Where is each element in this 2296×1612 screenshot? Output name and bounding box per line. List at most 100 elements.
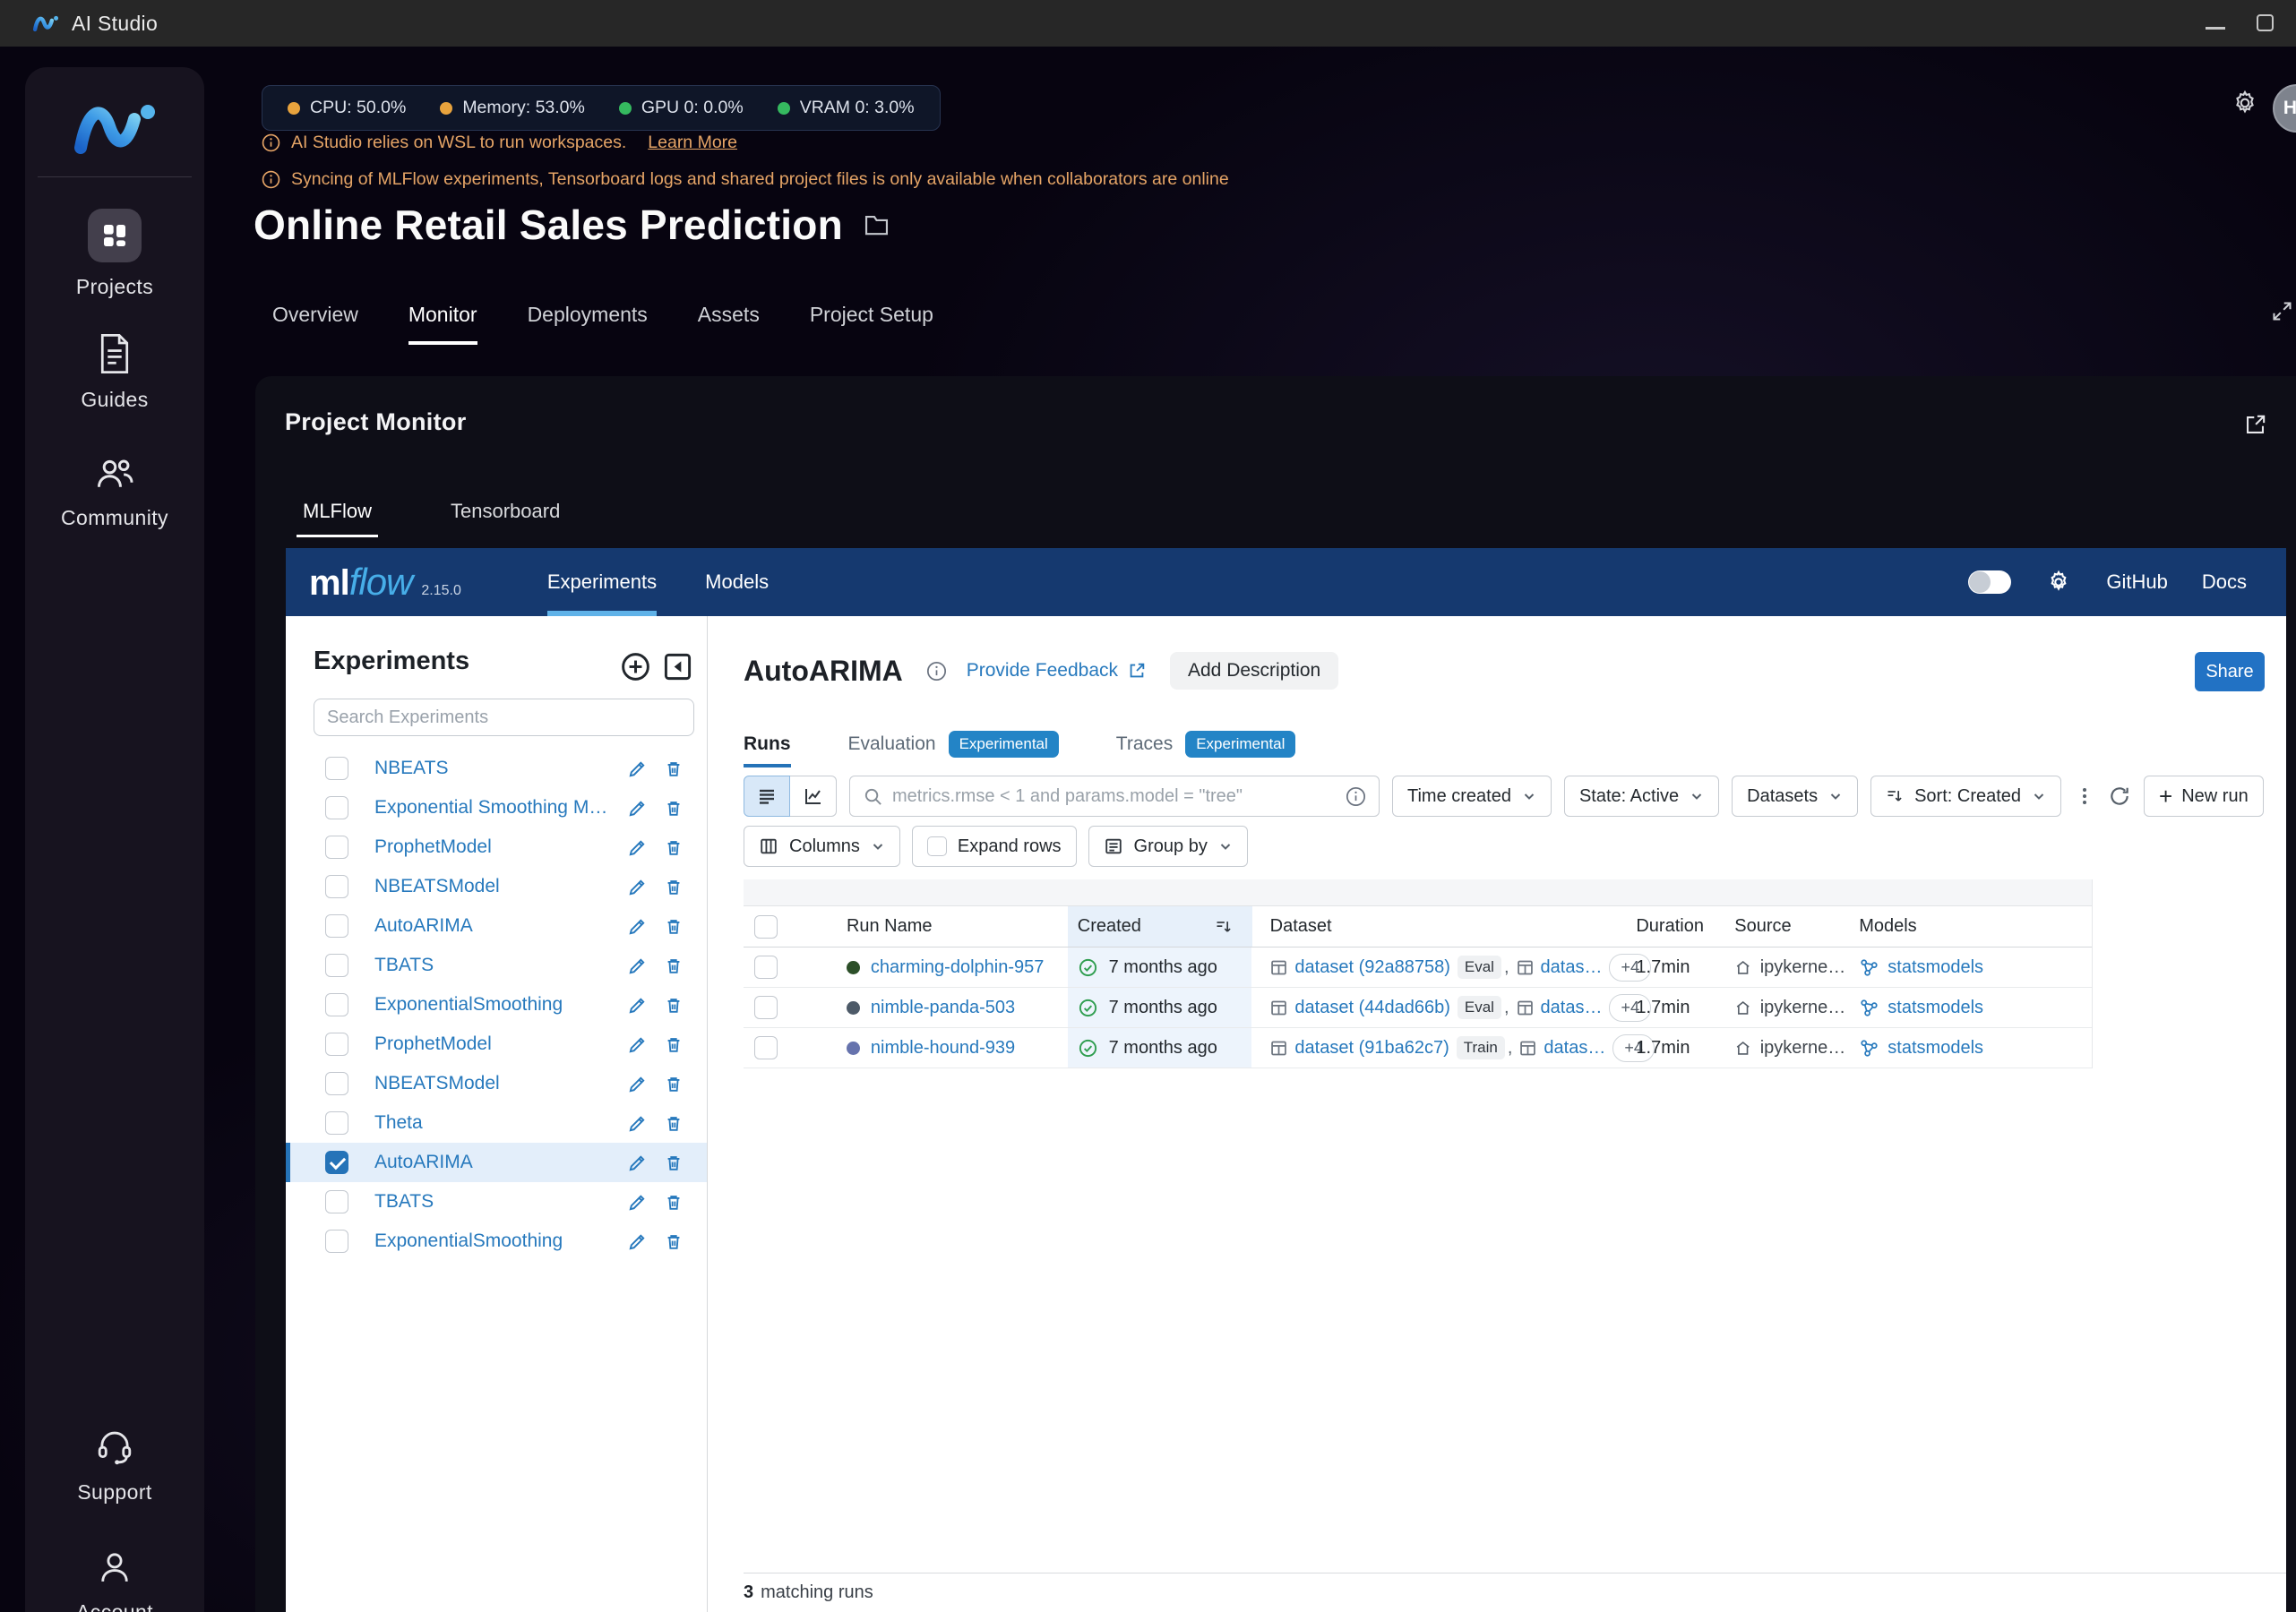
dataset-link-truncated[interactable]: datas… xyxy=(1544,1038,1605,1059)
more-options-kebab-icon[interactable] xyxy=(2074,785,2095,807)
tab-project-setup[interactable]: Project Setup xyxy=(810,303,933,345)
experiment-name[interactable]: TBATS xyxy=(374,1191,611,1213)
dataset-link[interactable]: dataset (92a88758) xyxy=(1294,957,1449,978)
filter-info-icon[interactable] xyxy=(1346,786,1366,807)
column-header-dataset[interactable]: Dataset xyxy=(1252,906,1622,947)
tab-monitor[interactable]: Monitor xyxy=(408,303,477,345)
row-checkbox[interactable] xyxy=(754,956,778,979)
expand-rows-button[interactable]: Expand rows xyxy=(911,826,1077,867)
search-experiments-input[interactable] xyxy=(314,699,694,736)
dataset-link[interactable]: dataset (44dad66b) xyxy=(1294,998,1449,1018)
mlflow-tab-experiments[interactable]: Experiments xyxy=(546,548,658,616)
run-source[interactable]: ipykerne… xyxy=(1760,998,1846,1018)
delete-experiment-icon[interactable] xyxy=(664,956,684,976)
experiment-list-item[interactable]: Theta xyxy=(286,1103,707,1143)
settings-gear-icon[interactable] xyxy=(2231,89,2259,117)
info-icon[interactable] xyxy=(926,661,947,682)
tab-assets[interactable]: Assets xyxy=(698,303,760,345)
column-header-models[interactable]: Models xyxy=(1845,906,2092,947)
experiment-name[interactable]: Theta xyxy=(374,1112,611,1134)
tab-traces[interactable]: Traces Experimental xyxy=(1116,731,1296,770)
model-link[interactable]: statsmodels xyxy=(1888,1038,1983,1059)
edit-experiment-icon[interactable] xyxy=(627,877,648,897)
delete-experiment-icon[interactable] xyxy=(664,837,684,858)
list-view-button[interactable] xyxy=(744,776,790,817)
experiment-list-item[interactable]: NBEATSModel xyxy=(286,1064,707,1103)
experiment-checkbox[interactable] xyxy=(325,875,348,898)
group-by-button[interactable]: Group by xyxy=(1088,826,1248,867)
edit-experiment-icon[interactable] xyxy=(627,759,648,779)
run-source[interactable]: ipykerne… xyxy=(1760,1038,1846,1059)
github-link[interactable]: GitHub xyxy=(2106,570,2167,594)
state-dropdown[interactable]: State: Active xyxy=(1563,776,1720,817)
collapse-sidebar-icon[interactable] xyxy=(661,650,694,683)
column-header-created[interactable]: Created xyxy=(1067,906,1252,947)
maximize-button[interactable] xyxy=(2257,14,2274,31)
experiment-checkbox[interactable] xyxy=(325,914,348,938)
edit-experiment-icon[interactable] xyxy=(627,1153,648,1173)
refresh-icon[interactable] xyxy=(2108,785,2131,808)
experiment-name[interactable]: Exponential Smoothing Model xyxy=(374,797,611,819)
delete-experiment-icon[interactable] xyxy=(664,759,684,779)
delete-experiment-icon[interactable] xyxy=(664,916,684,937)
user-avatar[interactable]: HU xyxy=(2273,84,2296,133)
experiment-list-item[interactable]: NBEATS xyxy=(286,749,707,788)
sidebar-item-community[interactable]: Community xyxy=(25,454,204,530)
experiment-checkbox[interactable] xyxy=(325,1072,348,1095)
edit-experiment-icon[interactable] xyxy=(627,837,648,858)
table-row[interactable]: nimble-panda-503 7 months ago dataset (4… xyxy=(744,988,2092,1028)
edit-experiment-icon[interactable] xyxy=(627,798,648,819)
delete-experiment-icon[interactable] xyxy=(664,1074,684,1094)
sidebar-item-guides[interactable]: Guides xyxy=(25,332,204,412)
theme-toggle[interactable] xyxy=(1968,570,2012,594)
experiment-checkbox[interactable] xyxy=(325,1151,348,1174)
delete-experiment-icon[interactable] xyxy=(664,1034,684,1055)
docs-link[interactable]: Docs xyxy=(2202,570,2247,594)
sidebar-item-support[interactable]: Support xyxy=(25,1427,204,1505)
experiment-list-item[interactable]: TBATS xyxy=(286,946,707,985)
row-checkbox[interactable] xyxy=(754,1036,778,1059)
experiment-checkbox[interactable] xyxy=(325,954,348,977)
edit-experiment-icon[interactable] xyxy=(627,1192,648,1213)
experiment-checkbox[interactable] xyxy=(325,757,348,780)
columns-button[interactable]: Columns xyxy=(744,826,900,867)
edit-experiment-icon[interactable] xyxy=(627,956,648,976)
add-description-button[interactable]: Add Description xyxy=(1170,652,1339,690)
edit-experiment-icon[interactable] xyxy=(627,1113,648,1134)
runs-filter-input[interactable] xyxy=(892,785,1337,807)
expand-page-icon[interactable] xyxy=(2270,299,2294,323)
experiment-list-item[interactable]: AutoARIMA xyxy=(286,1143,707,1182)
dataset-link[interactable]: dataset (91ba62c7) xyxy=(1294,1038,1449,1059)
edit-experiment-icon[interactable] xyxy=(627,1034,648,1055)
delete-experiment-icon[interactable] xyxy=(664,1231,684,1252)
dataset-link-truncated[interactable]: datas… xyxy=(1541,998,1603,1018)
experiment-name[interactable]: ExponentialSmoothing xyxy=(374,1230,611,1252)
experiment-list-item[interactable]: ProphetModel xyxy=(286,827,707,867)
experiment-list-item[interactable]: ProphetModel xyxy=(286,1025,707,1064)
edit-experiment-icon[interactable] xyxy=(627,1074,648,1094)
row-checkbox[interactable] xyxy=(754,996,778,1019)
folder-icon[interactable] xyxy=(863,212,890,237)
model-link[interactable]: statsmodels xyxy=(1888,998,1983,1018)
datasets-dropdown[interactable]: Datasets xyxy=(1732,776,1859,817)
chart-view-button[interactable] xyxy=(790,776,837,817)
run-name-link[interactable]: nimble-panda-503 xyxy=(871,998,1015,1018)
share-button[interactable]: Share xyxy=(2195,652,2265,691)
experiment-name[interactable]: ExponentialSmoothing xyxy=(374,994,611,1016)
delete-experiment-icon[interactable] xyxy=(664,1153,684,1173)
mlflow-settings-gear-icon[interactable] xyxy=(2045,569,2072,596)
delete-experiment-icon[interactable] xyxy=(664,995,684,1016)
run-name-link[interactable]: charming-dolphin-957 xyxy=(871,957,1044,978)
tab-deployments[interactable]: Deployments xyxy=(528,303,648,345)
sort-desc-icon[interactable] xyxy=(1215,918,1233,936)
learn-more-link[interactable]: Learn More xyxy=(648,133,737,153)
select-all-checkbox[interactable] xyxy=(754,914,778,939)
experiment-list-item[interactable]: ExponentialSmoothing xyxy=(286,1222,707,1261)
sidebar-item-account[interactable]: Account xyxy=(25,1547,204,1612)
experiment-checkbox[interactable] xyxy=(325,1111,348,1135)
new-run-button[interactable]: + New run xyxy=(2144,776,2264,817)
experiment-name[interactable]: NBEATS xyxy=(374,758,611,779)
tab-mlflow[interactable]: MLFlow xyxy=(296,500,379,537)
experiment-checkbox[interactable] xyxy=(325,836,348,859)
delete-experiment-icon[interactable] xyxy=(664,1192,684,1213)
